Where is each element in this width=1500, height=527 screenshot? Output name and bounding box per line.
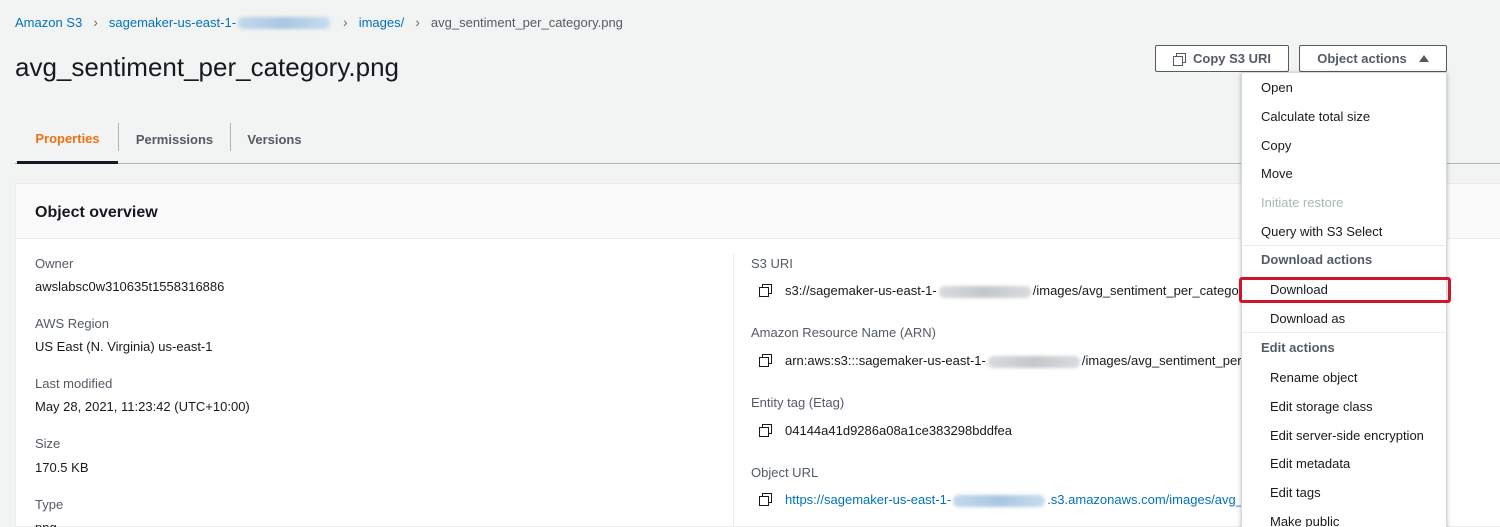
url-suffix: .s3.amazonaws.com/images/avg_	[1047, 492, 1243, 507]
breadcrumb-bucket[interactable]: sagemaker-us-east-1-	[109, 15, 332, 30]
menu-item-edit-tags[interactable]: Edit tags	[1270, 485, 1321, 500]
menu-item-edit-encryption[interactable]: Edit server-side encryption	[1270, 428, 1424, 443]
region-value: US East (N. Virginia) us-east-1	[35, 339, 213, 354]
region-label: AWS Region	[35, 316, 109, 331]
tab-permissions[interactable]: Permissions	[119, 115, 230, 163]
menu-item-copy[interactable]: Copy	[1261, 138, 1291, 153]
menu-item-edit-storage-class[interactable]: Edit storage class	[1270, 399, 1373, 414]
menu-item-download-as[interactable]: Download as	[1270, 311, 1345, 326]
type-label: Type	[35, 497, 64, 512]
menu-item-move[interactable]: Move	[1261, 166, 1293, 181]
menu-divider	[1242, 245, 1446, 246]
menu-item-calculate-total-size[interactable]: Calculate total size	[1261, 109, 1370, 124]
menu-item-rename-object[interactable]: Rename object	[1270, 370, 1357, 385]
menu-item-initiate-restore: Initiate restore	[1261, 195, 1344, 210]
etag-text: 04144a41d9286a08a1ce383298bddfea	[785, 423, 1013, 438]
s3-uri-label: S3 URI	[751, 256, 793, 271]
menu-item-make-public[interactable]: Make public	[1270, 514, 1339, 527]
object-url-label: Object URL	[751, 465, 819, 480]
s3-uri-value: s3://sagemaker-us-east-1- /images/avg_sen…	[759, 283, 1239, 298]
last-modified-value: May 28, 2021, 11:23:42 (UTC+10:00)	[35, 399, 250, 414]
menu-item-query-s3-select[interactable]: Query with S3 Select	[1261, 224, 1382, 239]
arn-suffix: /images/avg_sentiment_per_	[1081, 353, 1249, 368]
owner-value: awslabsc0w310635t1558316886	[35, 279, 225, 294]
bucket-name-prefix: sagemaker-us-east-1-	[108, 14, 237, 30]
last-modified-label: Last modified	[35, 376, 113, 391]
breadcrumb: Amazon S3 › sagemaker-us-east-1- › image…	[15, 14, 623, 30]
column-divider	[733, 254, 734, 527]
breadcrumb-folder[interactable]: images/	[359, 15, 405, 30]
copy-s3-uri-label: Copy S3 URI	[1192, 51, 1271, 66]
chevron-right-icon: ›	[343, 14, 348, 30]
menu-divider	[1242, 332, 1446, 333]
copy-url-icon[interactable]	[759, 492, 779, 507]
object-actions-label: Object actions	[1317, 51, 1407, 66]
type-value: png	[35, 520, 57, 527]
redacted-account-id	[938, 285, 1031, 298]
chevron-right-icon: ›	[93, 14, 98, 30]
s3-uri-suffix: /images/avg_sentiment_per_catego	[1032, 283, 1239, 298]
arn-value: arn:aws:s3:::sagemaker-us-east-1- /images…	[759, 353, 1249, 368]
url-prefix: https://sagemaker-us-east-1-	[785, 492, 952, 507]
size-value: 170.5 KB	[35, 460, 89, 475]
copy-etag-icon[interactable]	[759, 423, 779, 438]
copy-icon	[1172, 53, 1186, 66]
tab-versions[interactable]: Versions	[231, 115, 318, 163]
arn-prefix: arn:aws:s3:::sagemaker-us-east-1-	[785, 353, 986, 368]
etag-value: 04144a41d9286a08a1ce383298bddfea	[759, 423, 1012, 438]
redacted-account-id	[238, 17, 331, 30]
chevron-right-icon: ›	[415, 14, 420, 30]
breadcrumb-amazon-s3[interactable]: Amazon S3	[15, 15, 82, 30]
download-highlight-box	[1239, 277, 1451, 303]
menu-group-edit-actions: Edit actions	[1261, 340, 1335, 355]
menu-item-open[interactable]: Open	[1261, 80, 1293, 95]
size-label: Size	[35, 436, 61, 451]
object-actions-menu: Open Calculate total size Copy Move Init…	[1239, 72, 1451, 527]
arn-label: Amazon Resource Name (ARN)	[751, 325, 936, 340]
page-title: avg_sentiment_per_category.png	[15, 52, 399, 82]
object-url-value[interactable]: https://sagemaker-us-east-1- .s3.amazonaw…	[759, 492, 1243, 507]
copy-arn-icon[interactable]	[759, 353, 779, 368]
redacted-account-id	[987, 355, 1080, 368]
menu-group-download-actions: Download actions	[1261, 252, 1373, 267]
redacted-account-id	[953, 494, 1046, 507]
caret-up-icon	[1418, 55, 1429, 62]
etag-label: Entity tag (Etag)	[751, 395, 845, 410]
copy-s3-uri-button[interactable]: Copy S3 URI	[1155, 45, 1289, 72]
menu-item-edit-metadata[interactable]: Edit metadata	[1270, 456, 1350, 471]
s3-uri-prefix: s3://sagemaker-us-east-1-	[785, 283, 937, 298]
object-actions-button[interactable]: Object actions	[1299, 45, 1447, 72]
copy-s3-uri-icon[interactable]	[759, 283, 779, 298]
owner-label: Owner	[35, 256, 74, 271]
breadcrumb-current: avg_sentiment_per_category.png	[430, 14, 623, 30]
tab-properties[interactable]: Properties	[17, 115, 118, 164]
